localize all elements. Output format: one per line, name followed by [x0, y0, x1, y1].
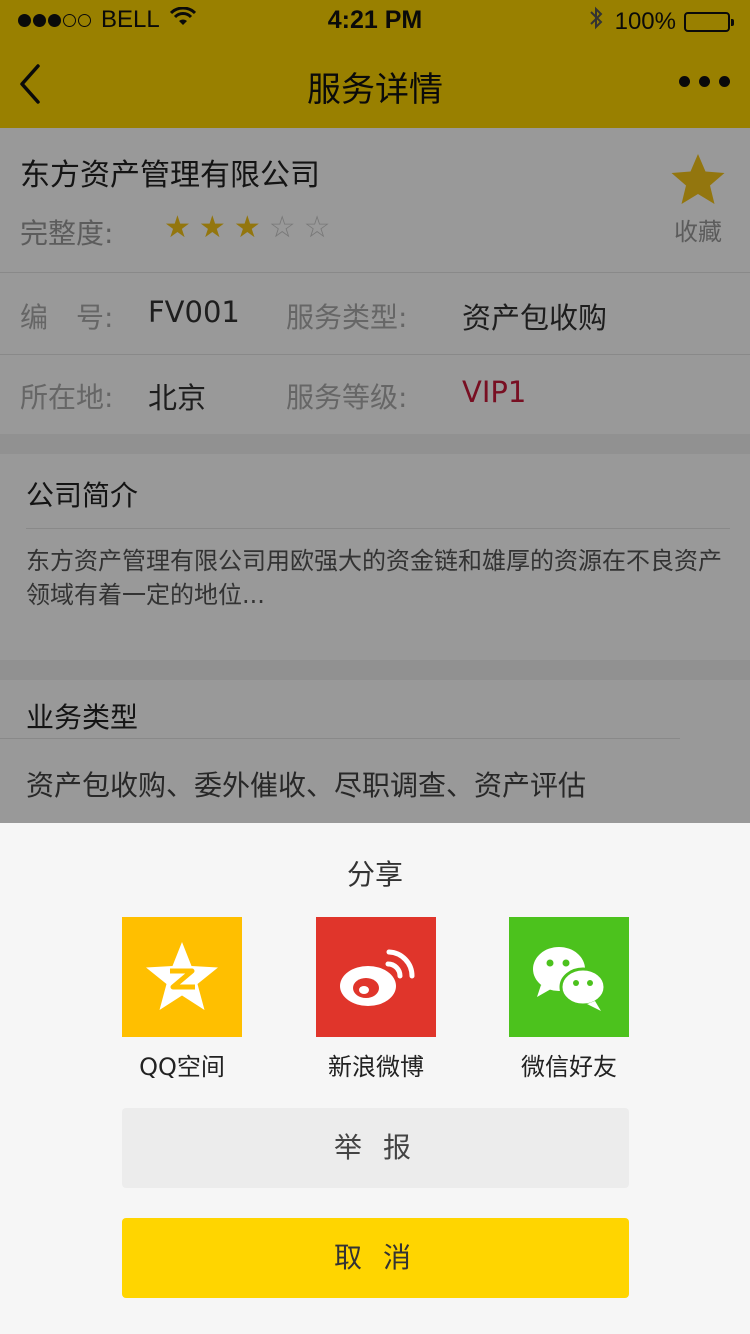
- share-weibo-button[interactable]: 新浪微博: [296, 917, 456, 1082]
- share-weibo-label: 新浪微博: [328, 1053, 424, 1081]
- share-sheet: 分享 QQ空间 新浪微博 微信好友 举 报 取 消: [0, 823, 750, 1334]
- cancel-button[interactable]: 取 消: [122, 1218, 629, 1298]
- share-wechat-label: 微信好友: [521, 1053, 617, 1081]
- report-button[interactable]: 举 报: [122, 1108, 629, 1188]
- share-qzone-button[interactable]: QQ空间: [102, 917, 262, 1082]
- wechat-icon: [509, 917, 629, 1037]
- share-wechat-button[interactable]: 微信好友: [489, 917, 649, 1082]
- share-qzone-label: QQ空间: [139, 1053, 225, 1081]
- qzone-icon: [122, 917, 242, 1037]
- share-sheet-title: 分享: [346, 858, 403, 891]
- modal-backdrop[interactable]: [0, 0, 750, 823]
- weibo-icon: [316, 917, 436, 1037]
